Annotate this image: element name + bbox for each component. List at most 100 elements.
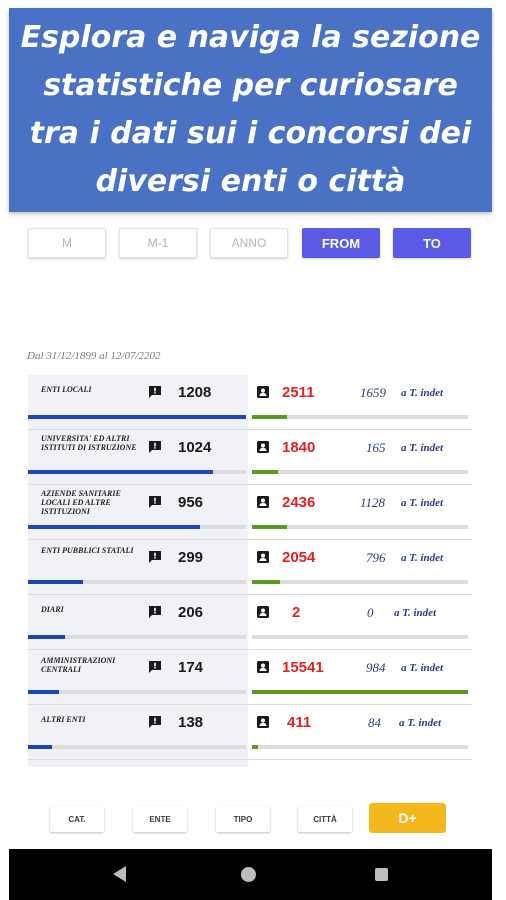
bandi-progress-fill [252,690,468,694]
filter-year-button[interactable]: ANNO [210,228,288,258]
contact-card-icon [256,660,270,674]
indeterminato-label: a T. indet [401,552,444,564]
contact-card-icon [256,385,270,399]
dplus-button[interactable]: D+ [369,803,446,833]
dplus-label: D+ [398,810,417,826]
bandi-count: 2054 [282,549,316,566]
announcement-icon [148,715,162,729]
concorsi-progress-track [28,470,246,474]
contact-card-icon [256,605,270,619]
banner-text: Esplora e naviga la sezione statistiche … [20,20,481,199]
announcement-icon [148,605,162,619]
row-divider [28,759,472,760]
category-label: AZIENDE SANITARIE LOCALI ED ALTRE ISTITU… [41,489,121,516]
concorsi-progress-fill [28,635,65,639]
indeterminato-count: 984 [366,660,386,675]
concorsi-progress-fill [28,470,213,474]
citta-button[interactable]: CITTÀ [298,806,352,832]
concorsi-progress-fill [28,415,246,419]
concorsi-progress-track [28,580,246,584]
header-banner: Esplora e naviga la sezione statistiche … [9,8,492,212]
bandi-progress-fill [252,415,287,419]
table-row[interactable]: ENTI PUBBLICI STATALI 299 2054 796 a T. inde… [28,540,472,595]
bandi-progress-track [252,470,468,474]
bandi-progress-fill [252,580,280,584]
indeterminato-count: 796 [366,550,386,565]
indeterminato-label: a T. indet [401,442,444,454]
filter-previous-month-button[interactable]: M-1 [119,228,197,258]
announcement-icon [148,440,162,454]
announcement-icon [148,385,162,399]
concorsi-count: 299 [178,549,204,566]
indeterminato-label: a T. indet [394,607,437,619]
concorsi-count: 206 [178,604,204,621]
contact-card-icon [256,550,270,564]
table-row[interactable]: AMMINISTRAZIONI CENTRALI 174 15541 984 a T. … [28,650,472,705]
bandi-progress-track [252,635,468,639]
indeterminato-count: 84 [368,715,381,730]
bandi-progress-fill [252,745,258,749]
concorsi-count: 174 [178,659,204,676]
concorsi-count: 1208 [178,384,212,401]
concorsi-progress-track [28,690,246,694]
category-button[interactable]: CAT. [50,806,104,832]
category-label: ENTI LOCALI [41,385,92,394]
bandi-progress-track [252,745,468,749]
indeterminato-count: 1128 [360,495,386,510]
concorsi-progress-track [28,745,246,749]
concorsi-count: 138 [178,714,204,731]
tipo-button[interactable]: TIPO [216,806,270,832]
bandi-count: 411 [287,714,312,731]
concorsi-progress-fill [28,745,52,749]
contact-card-icon [256,440,270,454]
table-row[interactable]: UNIVERSITA' ED ALTRI ISTITUTI DI ISTRUZI… [28,430,472,485]
indeterminato-label: a T. indet [399,717,442,729]
bandi-progress-fill [252,525,287,529]
indeterminato-label: a T. indet [401,387,444,399]
concorsi-progress-fill [28,525,200,529]
concorsi-count: 956 [178,494,204,511]
contact-card-icon [256,715,270,729]
announcement-icon [148,550,162,564]
bandi-progress-track [252,580,468,584]
bandi-count: 2511 [282,384,315,401]
filter-bar: M M-1 ANNO FROM TO [28,228,476,258]
table-row[interactable]: ALTRI ENTI 138 411 84 a T. indet [28,705,472,760]
filter-month-button[interactable]: M [28,228,106,258]
bandi-progress-track [252,525,468,529]
bandi-count: 2436 [282,494,316,511]
announcement-icon [148,495,162,509]
indeterminato-count: 1659 [360,385,386,400]
category-label: AMMINISTRAZIONI CENTRALI [41,656,116,674]
indeterminato-count: 165 [366,440,386,455]
concorsi-progress-track [28,635,246,639]
recents-icon[interactable] [375,868,388,881]
bandi-progress-fill [252,470,278,474]
category-label: DIARI [41,605,64,614]
ente-button[interactable]: ENTE [133,806,187,832]
contact-card-icon [256,495,270,509]
bandi-count: 1840 [282,439,316,456]
stats-table: ENTI LOCALI 1208 2511 1659 a T. indet UNIVERS… [28,375,472,767]
bandi-progress-track [252,415,468,419]
table-row[interactable]: DIARI 206 2 0 a T. indet [28,595,472,650]
date-range-label: Dal 31/12/1899 al 12/07/2202 [27,350,161,362]
table-row[interactable]: ENTI LOCALI 1208 2511 1659 a T. indet [28,375,472,430]
indeterminato-label: a T. indet [401,497,444,509]
filter-from-button[interactable]: FROM [302,228,380,258]
concorsi-count: 1024 [178,439,212,456]
bandi-count: 15541 [282,659,324,676]
back-icon[interactable] [113,866,126,882]
indeterminato-count: 0 [367,605,374,620]
filter-to-button[interactable]: TO [393,228,471,258]
table-row[interactable]: AZIENDE SANITARIE LOCALI ED ALTRE ISTITU… [28,485,472,540]
category-label: UNIVERSITA' ED ALTRI ISTITUTI DI ISTRUZI… [41,434,137,452]
home-icon[interactable] [241,867,256,882]
category-label: ALTRI ENTI [41,715,86,724]
bandi-progress-track [252,690,468,694]
concorsi-progress-fill [28,580,83,584]
concorsi-progress-fill [28,690,59,694]
announcement-icon [148,660,162,674]
indeterminato-label: a T. indet [401,662,444,674]
concorsi-progress-track [28,415,246,419]
